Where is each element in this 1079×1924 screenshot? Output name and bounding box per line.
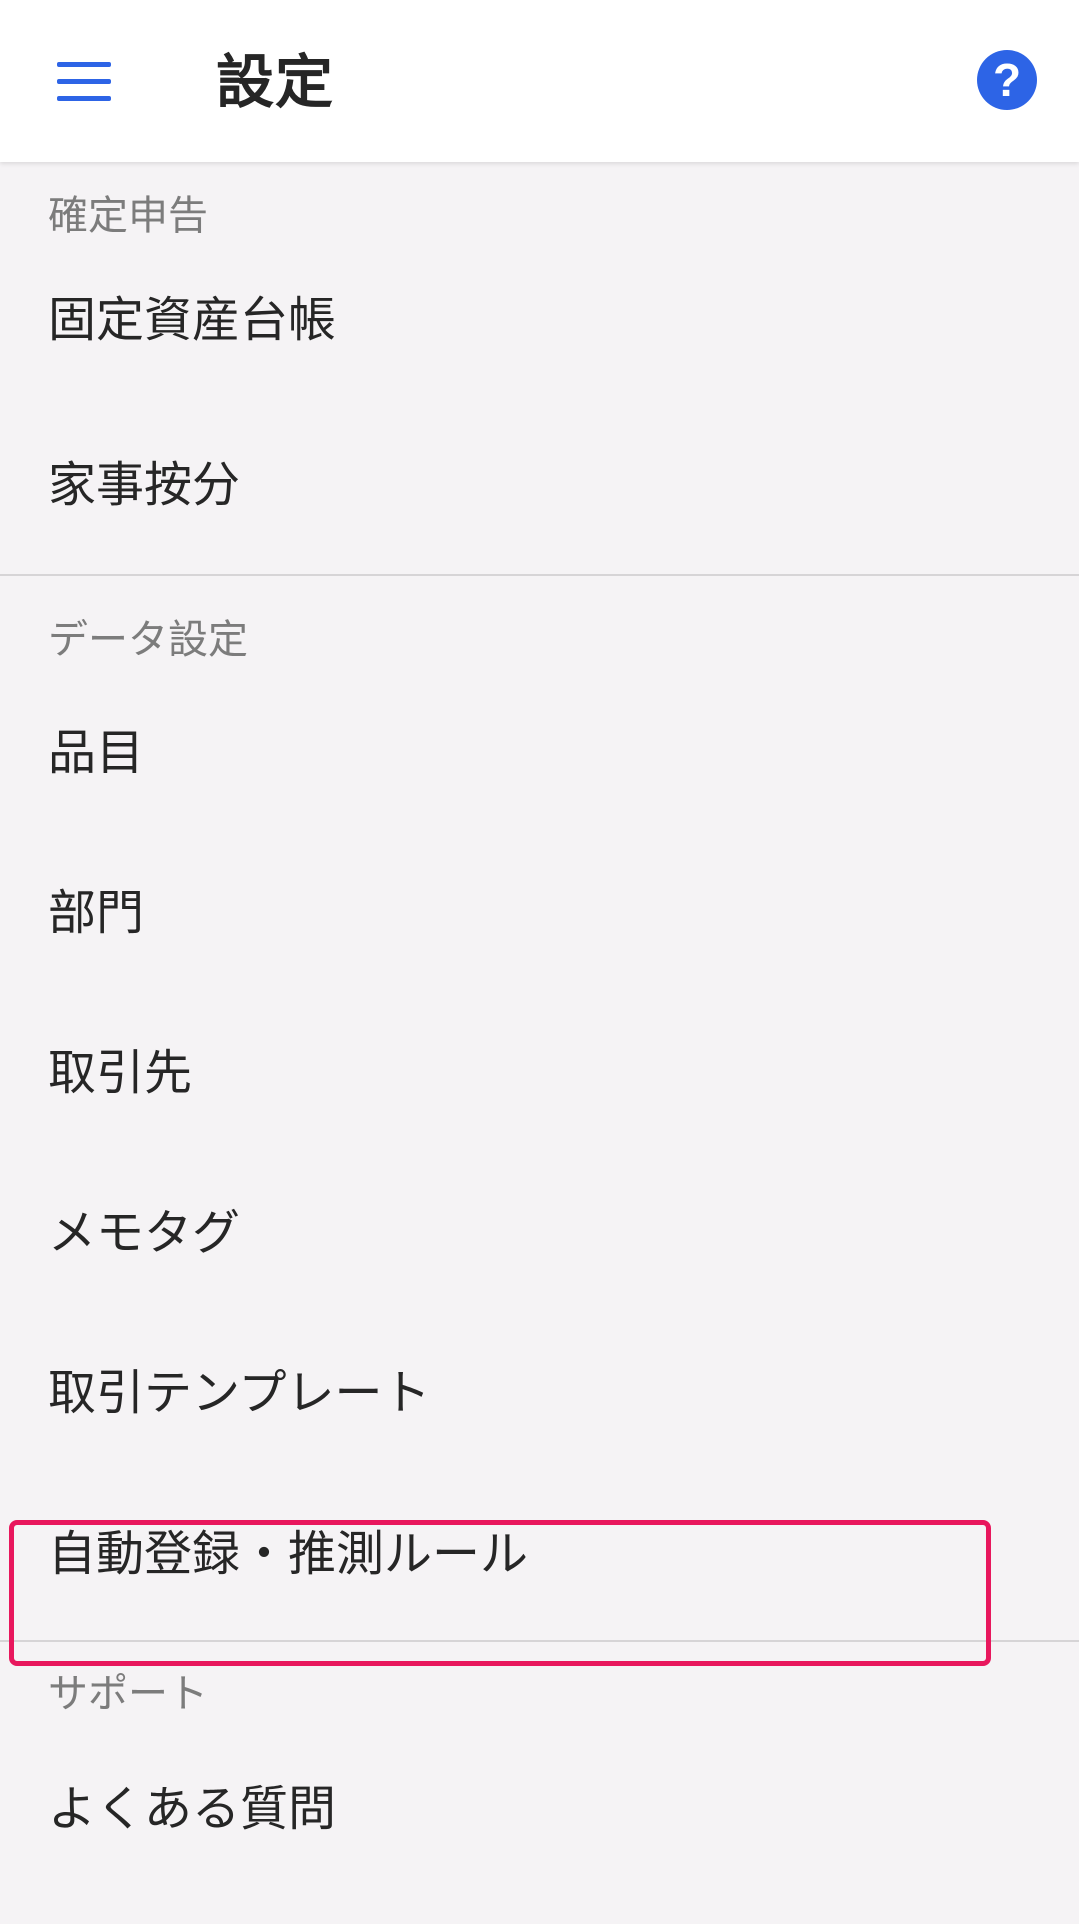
- page-title: 設定: [216, 48, 335, 116]
- menu-bar-line: [57, 96, 111, 101]
- hamburger-menu-icon[interactable]: [40, 44, 128, 120]
- help-circle-icon[interactable]: ?: [977, 50, 1037, 110]
- list-item-fixed-asset-ledger[interactable]: 固定資産台帳: [0, 250, 1079, 410]
- list-item-label: よくある質問: [48, 1781, 337, 1837]
- section-header-tax-return: 確定申告: [48, 193, 208, 239]
- list-item-label: 固定資産台帳: [48, 292, 337, 348]
- list-item-label: 自動登録・推測ルール: [48, 1526, 529, 1582]
- list-item-household-allocation[interactable]: 家事按分: [0, 410, 1079, 574]
- section-header-data-settings: データ設定: [48, 617, 248, 663]
- list-item-memo-tags[interactable]: メモタグ: [0, 1154, 1079, 1314]
- list-item-departments[interactable]: 部門: [0, 834, 1079, 994]
- list-item-label: 取引テンプレート: [48, 1365, 431, 1421]
- list-item-faq[interactable]: よくある質問: [0, 1738, 1079, 1888]
- list-item-partners[interactable]: 取引先: [0, 994, 1079, 1154]
- list-item-items[interactable]: 品目: [0, 674, 1079, 834]
- list-item-auto-registration-rules[interactable]: 自動登録・推測ルール: [0, 1474, 1079, 1640]
- menu-bar-line: [57, 79, 111, 84]
- list-item-label: 部門: [48, 885, 145, 941]
- app-bar: 設定 ?: [0, 0, 1079, 162]
- list-item-label: 取引先: [48, 1045, 193, 1101]
- section-header-support: サポート: [48, 1671, 208, 1717]
- list-item-label: 品目: [48, 725, 145, 781]
- list-item-label: メモタグ: [48, 1205, 241, 1261]
- settings-list: 確定申告 固定資産台帳 家事按分 データ設定 品目 部門 取引先 メモタグ 取引…: [0, 162, 1079, 1888]
- menu-bar-line: [57, 62, 111, 67]
- list-item-transaction-templates[interactable]: 取引テンプレート: [0, 1314, 1079, 1474]
- list-item-label: 家事按分: [48, 457, 241, 513]
